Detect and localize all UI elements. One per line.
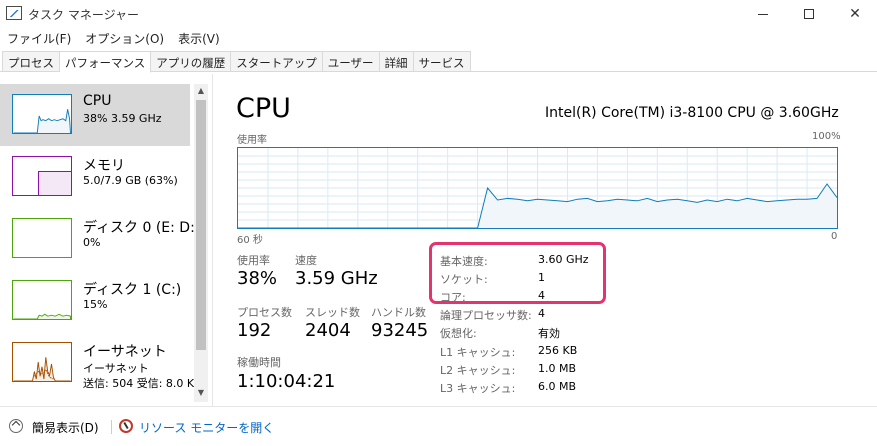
sidebar-item-subtitle: 5.0/7.9 GB (63%) xyxy=(83,174,178,187)
minimize-button[interactable] xyxy=(740,0,786,28)
graph-axis-zero: 0 xyxy=(831,231,838,242)
spec-value: 256 KB xyxy=(538,344,578,357)
uptime-value: 1:10:04:21 xyxy=(237,371,336,392)
cpu-usage-graph xyxy=(237,147,838,229)
disk0-mini-graph xyxy=(12,218,72,258)
scroll-thumb[interactable] xyxy=(196,100,206,350)
processes-label: プロセス数 xyxy=(237,306,292,319)
tab-details[interactable]: 詳細 xyxy=(379,51,414,72)
sidebar-item-cpu[interactable]: CPU 38% 3.59 GHz xyxy=(0,84,190,146)
graph-label-max: 100% xyxy=(812,131,841,142)
spec-key: L2 キャッシュ: xyxy=(440,364,516,377)
minimize-icon xyxy=(758,13,768,15)
disk1-mini-graph xyxy=(12,280,72,320)
handles-value: 93245 xyxy=(371,320,429,341)
title-bar: タスク マネージャー ✕ xyxy=(0,0,877,28)
highlight-annotation xyxy=(429,242,606,304)
footer-separator xyxy=(111,420,112,434)
spec-value: 6.0 MB xyxy=(538,380,577,393)
sidebar-item-title: ディスク 0 (E: D:) xyxy=(83,220,201,236)
memory-mini-graph xyxy=(12,156,72,196)
sidebar-item-subtitle: 0% xyxy=(83,236,101,249)
tab-services[interactable]: サービス xyxy=(413,51,471,72)
speed-value: 3.59 GHz xyxy=(295,268,378,289)
sidebar-item-ethernet[interactable]: イーサネット イーサネット 送信: 504 受信: 8.0 K xyxy=(0,332,194,394)
window-title: タスク マネージャー xyxy=(28,8,139,22)
sidebar-item-disk-0[interactable]: ディスク 0 (E: D:) 0% xyxy=(0,208,200,270)
close-icon: ✕ xyxy=(849,6,861,22)
resource-sidebar: CPU 38% 3.59 GHz メモリ 5.0/7.9 GB (63%) ディ… xyxy=(0,84,212,404)
handles-label: ハンドル数 xyxy=(371,306,426,319)
maximize-button[interactable] xyxy=(786,0,832,28)
spec-key: L1 キャッシュ: xyxy=(440,346,516,359)
sidebar-item-title: イーサネット xyxy=(83,344,167,360)
sidebar-item-title: CPU xyxy=(83,93,112,109)
processes-value: 192 xyxy=(237,320,272,341)
spec-row-virtualization: 仮想化: 有効 xyxy=(440,325,620,343)
tab-performance[interactable]: パフォーマンス xyxy=(60,51,152,73)
simple-view-link[interactable]: 簡易表示(D) xyxy=(32,419,99,436)
speed-label: 速度 xyxy=(295,254,317,267)
sidebar-item-subtitle: 15% xyxy=(83,298,108,311)
menu-options[interactable]: オプション(O) xyxy=(78,28,171,48)
spec-key: 論理プロセッサ数: xyxy=(440,309,532,322)
spec-row-logical-processors: 論理プロセッサ数: 4 xyxy=(440,307,620,325)
panel-title: CPU xyxy=(236,93,291,124)
sidebar-item-title: ディスク 1 (C:) xyxy=(83,282,182,298)
graph-label-usage: 使用率 xyxy=(237,135,267,146)
usage-label: 使用率 xyxy=(237,254,270,267)
graph-axis-time: 60 秒 xyxy=(237,235,263,246)
tab-processes[interactable]: プロセス xyxy=(2,51,60,72)
menu-file[interactable]: ファイル(F) xyxy=(0,28,78,48)
spec-row-l2-cache: L2 キャッシュ: 1.0 MB xyxy=(440,362,620,380)
menu-view[interactable]: 表示(V) xyxy=(171,28,227,48)
spec-key: L3 キャッシュ: xyxy=(440,382,516,395)
cpu-model: Intel(R) Core(TM) i3-8100 CPU @ 3.60GHz xyxy=(545,105,839,121)
threads-value: 2404 xyxy=(305,320,351,341)
tab-startup[interactable]: スタートアップ xyxy=(231,51,323,72)
cpu-mini-graph xyxy=(12,94,72,134)
ethernet-mini-graph xyxy=(12,342,72,382)
sidebar-item-disk-1[interactable]: ディスク 1 (C:) 15% xyxy=(0,270,190,332)
tab-app-history[interactable]: アプリの履歴 xyxy=(151,51,232,72)
open-resource-monitor-link[interactable]: リソース モニターを開く xyxy=(139,419,274,436)
resource-monitor-icon[interactable] xyxy=(119,419,133,433)
spec-key: 仮想化: xyxy=(440,327,477,340)
usage-value: 38% xyxy=(237,268,278,289)
spec-value: 1.0 MB xyxy=(538,362,577,375)
sidebar-item-memory[interactable]: メモリ 5.0/7.9 GB (63%) xyxy=(0,146,190,208)
sidebar-scrollbar[interactable]: ▲ ▼ xyxy=(194,84,208,402)
sidebar-item-subtitle-2: 送信: 504 受信: 8.0 K xyxy=(83,377,195,390)
menu-bar: ファイル(F) オプション(O) 表示(V) xyxy=(0,28,227,48)
maximize-icon xyxy=(804,9,814,19)
spec-value: 有効 xyxy=(538,327,560,340)
spec-value: 4 xyxy=(538,307,545,320)
tab-bar: プロセス パフォーマンス アプリの履歴 スタートアップ ユーザー 詳細 サービス xyxy=(0,50,877,73)
threads-label: スレッド数 xyxy=(305,306,360,319)
scroll-down-icon[interactable]: ▼ xyxy=(194,388,208,400)
sidebar-item-title: メモリ xyxy=(83,158,125,174)
sidebar-item-subtitle: 38% 3.59 GHz xyxy=(83,112,162,125)
close-button[interactable]: ✕ xyxy=(832,0,877,28)
task-manager-icon xyxy=(6,6,22,20)
panel-divider xyxy=(212,74,213,406)
spec-row-l1-cache: L1 キャッシュ: 256 KB xyxy=(440,344,620,362)
scroll-up-icon[interactable]: ▲ xyxy=(194,86,208,98)
footer-bar: 簡易表示(D) リソース モニターを開く xyxy=(0,406,877,446)
sidebar-item-subtitle: イーサネット xyxy=(83,362,149,375)
tab-users[interactable]: ユーザー xyxy=(322,51,380,72)
chevron-up-icon[interactable] xyxy=(9,419,23,433)
spec-row-l3-cache: L3 キャッシュ: 6.0 MB xyxy=(440,380,620,398)
uptime-label: 稼働時間 xyxy=(237,356,281,369)
